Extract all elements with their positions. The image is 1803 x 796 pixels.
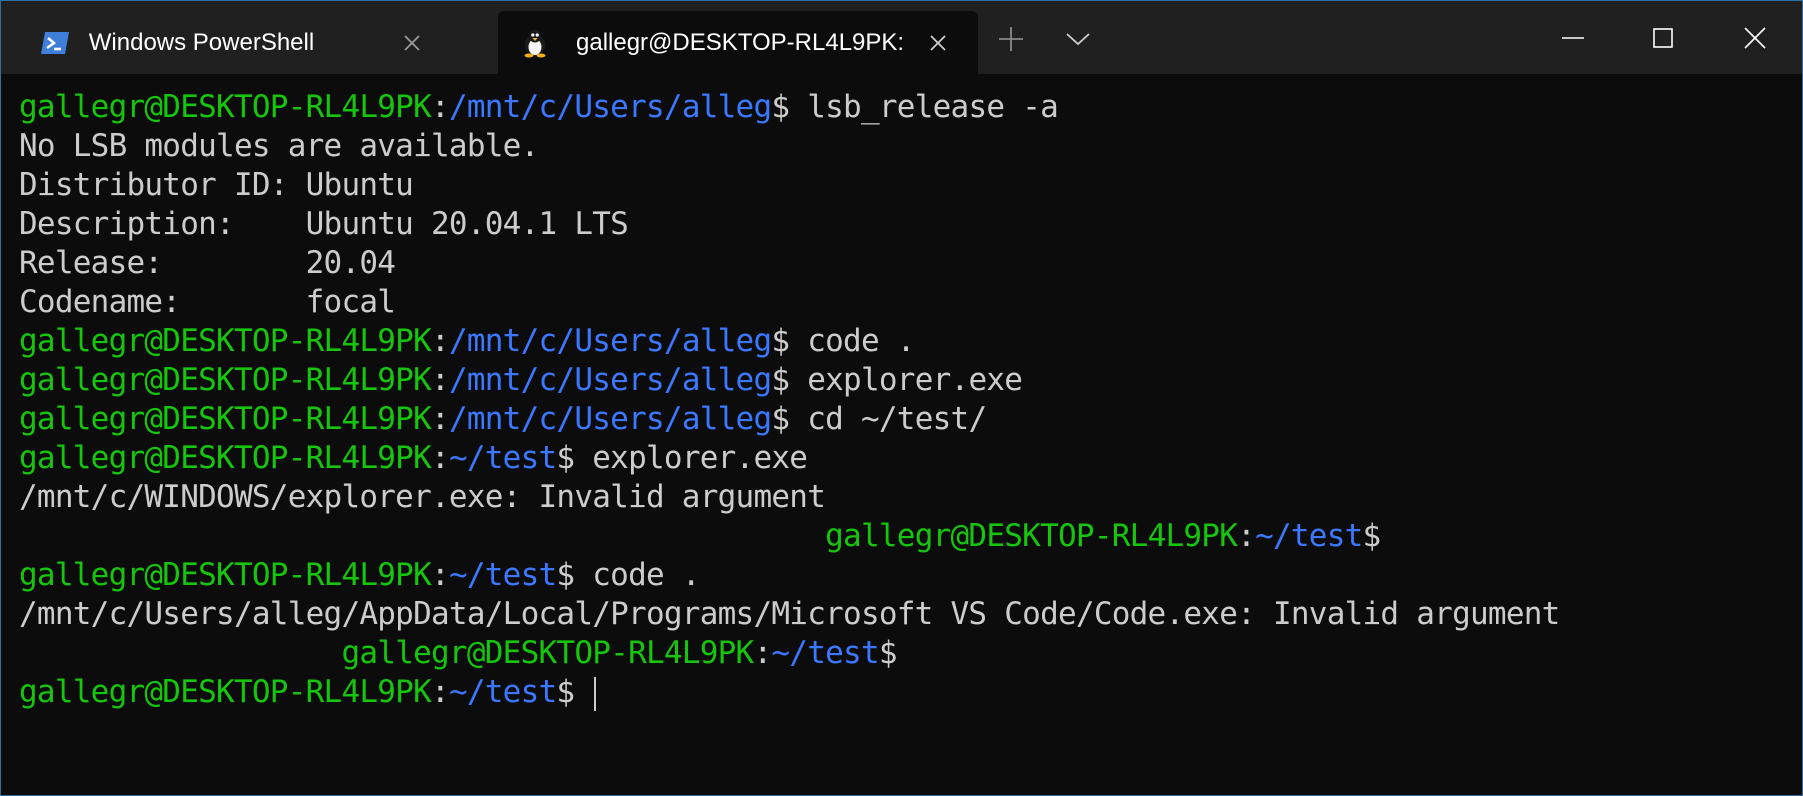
prompt-user-host: gallegr@DESKTOP-RL4L9PK [19, 440, 432, 476]
prompt-line: gallegr@DESKTOP-RL4L9PK:~/test$ [19, 634, 1802, 673]
tab-ubuntu-shell[interactable]: gallegr@DESKTOP-RL4L9PK: ~/test [498, 11, 978, 74]
prompt-separator: : [431, 557, 450, 593]
prompt-separator: : [431, 401, 450, 437]
minimize-icon [1562, 36, 1584, 39]
prompt-user-host: gallegr@DESKTOP-RL4L9PK [19, 362, 432, 398]
terminal-output[interactable]: gallegr@DESKTOP-RL4L9PK:/mnt/c/Users/all… [1, 74, 1802, 795]
close-tab-icon[interactable] [397, 27, 427, 59]
powershell-icon [39, 26, 71, 60]
prompt-separator: : [431, 440, 450, 476]
prompt-sign: $ [771, 323, 790, 359]
prompt-indent [19, 518, 825, 554]
command-text: cd ~/test/ [789, 401, 987, 437]
prompt-user-host: gallegr@DESKTOP-RL4L9PK [19, 674, 432, 710]
output-line: Codename: focal [19, 283, 1802, 322]
prompt-path: /mnt/c/Users/alleg [448, 401, 772, 437]
prompt-user-host: gallegr@DESKTOP-RL4L9PK [19, 323, 432, 359]
prompt-separator: : [431, 674, 450, 710]
close-tab-icon[interactable] [922, 27, 954, 59]
prompt-user-host: gallegr@DESKTOP-RL4L9PK [19, 89, 432, 125]
output-text: Release: 20.04 [19, 245, 396, 281]
prompt-path: ~/test [448, 440, 557, 476]
prompt-separator: : [431, 89, 450, 125]
output-line: /mnt/c/Users/alleg/AppData/Local/Program… [19, 595, 1802, 634]
prompt-path: /mnt/c/Users/alleg [448, 323, 772, 359]
plus-icon [999, 27, 1023, 51]
maximize-icon [1653, 27, 1673, 48]
prompt-sign: $ [878, 635, 898, 671]
prompt-separator: : [431, 362, 450, 398]
prompt-sign: $ [771, 89, 790, 125]
prompt-path: ~/test [1255, 518, 1363, 554]
new-tab-button[interactable] [989, 17, 1033, 61]
prompt-user-host: gallegr@DESKTOP-RL4L9PK [19, 401, 432, 437]
linux-penguin-icon [518, 26, 552, 60]
prompt-path: /mnt/c/Users/alleg [448, 89, 772, 125]
prompt-line: gallegr@DESKTOP-RL4L9PK:~/test$ explorer… [19, 439, 1802, 478]
output-line: Release: 20.04 [19, 244, 1802, 283]
prompt-line: gallegr@DESKTOP-RL4L9PK:~/test$ [19, 673, 1802, 712]
prompt-line: gallegr@DESKTOP-RL4L9PK:~/test$ [19, 517, 1802, 556]
prompt-sign: $ [771, 401, 790, 437]
prompt-sign: $ [556, 440, 575, 476]
command-text: code . [574, 557, 700, 593]
text-cursor [594, 676, 597, 711]
tab-title: Windows PowerShell [88, 28, 315, 56]
command-text: lsb_release -a [789, 89, 1059, 125]
prompt-line: gallegr@DESKTOP-RL4L9PK:/mnt/c/Users/all… [19, 361, 1802, 400]
maximize-button[interactable] [1617, 1, 1709, 74]
tab-windows-powershell[interactable]: Windows PowerShell [1, 11, 495, 74]
prompt-sign: $ [556, 557, 575, 593]
output-text: Codename: focal [19, 284, 396, 320]
prompt-user-host: gallegr@DESKTOP-RL4L9PK [825, 518, 1238, 554]
title-bar[interactable]: Windows PowerShell gallegr@DESKTOP-RL4L9… [1, 1, 1802, 74]
minimize-button[interactable] [1527, 1, 1619, 74]
prompt-separator: : [431, 323, 450, 359]
prompt-user-host: gallegr@DESKTOP-RL4L9PK [19, 557, 432, 593]
prompt-line: gallegr@DESKTOP-RL4L9PK:~/test$ code . [19, 556, 1802, 595]
command-text: code . [789, 323, 915, 359]
command-text: explorer.exe [574, 440, 808, 476]
output-text: Description: Ubuntu 20.04.1 LTS [19, 206, 629, 242]
prompt-path: ~/test [448, 674, 557, 710]
close-icon [1744, 26, 1766, 49]
output-text: No LSB modules are available. [19, 128, 539, 164]
output-text: Distributor ID: Ubuntu [19, 167, 414, 203]
prompt-separator: : [753, 635, 772, 671]
command-text: explorer.exe [789, 362, 1023, 398]
output-line: /mnt/c/WINDOWS/explorer.exe: Invalid arg… [19, 478, 1802, 517]
prompt-sign: $ [1362, 518, 1382, 554]
output-text: /mnt/c/Users/alleg/AppData/Local/Program… [19, 596, 1560, 632]
prompt-user-host: gallegr@DESKTOP-RL4L9PK [341, 635, 754, 671]
prompt-line: gallegr@DESKTOP-RL4L9PK:/mnt/c/Users/all… [19, 400, 1802, 439]
prompt-line: gallegr@DESKTOP-RL4L9PK:/mnt/c/Users/all… [19, 322, 1802, 361]
prompt-line: gallegr@DESKTOP-RL4L9PK:/mnt/c/Users/all… [19, 88, 1802, 127]
prompt-sign: $ [771, 362, 790, 398]
output-line: Description: Ubuntu 20.04.1 LTS [19, 205, 1802, 244]
prompt-indent [19, 635, 341, 671]
prompt-path: ~/test [448, 557, 557, 593]
tab-title: gallegr@DESKTOP-RL4L9PK: ~/test [576, 28, 906, 56]
output-line: No LSB modules are available. [19, 127, 1802, 166]
terminal-window: Windows PowerShell gallegr@DESKTOP-RL4L9… [0, 0, 1803, 796]
close-window-button[interactable] [1709, 1, 1801, 74]
chevron-down-icon [1066, 33, 1090, 46]
prompt-separator: : [1237, 518, 1256, 554]
prompt-path: ~/test [771, 635, 879, 671]
tab-dropdown-button[interactable] [1056, 17, 1100, 61]
output-line: Distributor ID: Ubuntu [19, 166, 1802, 205]
output-text: /mnt/c/WINDOWS/explorer.exe: Invalid arg… [19, 479, 826, 515]
command-text [574, 674, 592, 710]
prompt-path: /mnt/c/Users/alleg [448, 362, 772, 398]
prompt-sign: $ [556, 674, 575, 710]
